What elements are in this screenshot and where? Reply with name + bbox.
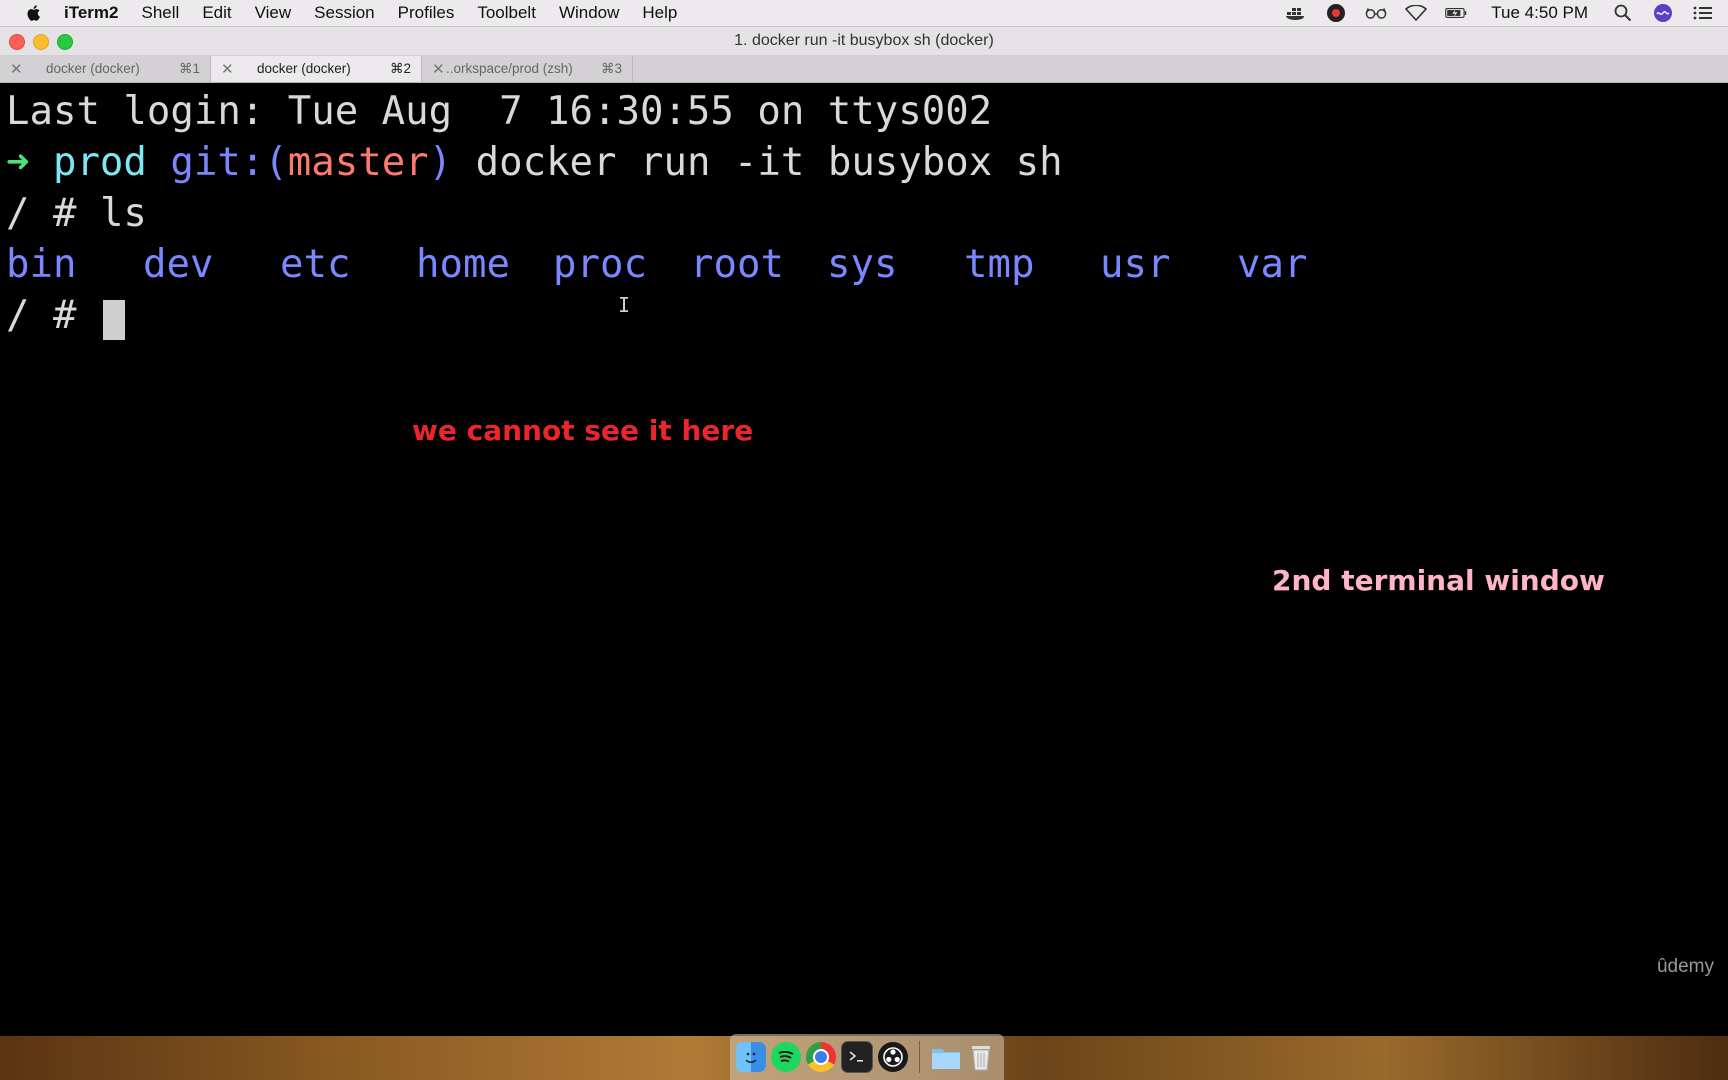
tab-shortcut: ⌘3 (600, 61, 622, 76)
prompt-directory: prod (52, 140, 147, 185)
last-login-line: Last login: Tue Aug 7 16:30:55 on ttys00… (6, 89, 993, 134)
prompt-git-branch: master (287, 140, 429, 185)
annotation-pink-note: 2nd terminal window (1272, 564, 1605, 597)
dir-entry-proc: proc (553, 242, 647, 287)
menubar-clock[interactable]: Tue 4:50 PM (1491, 3, 1588, 23)
dir-entry-dev: dev (143, 242, 214, 287)
udemy-watermark: ûdemy (1656, 956, 1714, 977)
menu-toolbelt[interactable]: Toolbelt (477, 3, 536, 23)
menu-session[interactable]: Session (314, 3, 374, 23)
tab-label: docker (docker) (257, 61, 351, 76)
menu-app-name[interactable]: iTerm2 (64, 3, 119, 23)
menu-profiles[interactable]: Profiles (398, 3, 455, 23)
docker-icon[interactable] (1285, 3, 1307, 23)
prompt-arrow-icon: ➜ (6, 140, 30, 185)
tab-close-icon[interactable]: ✕ (432, 60, 445, 78)
tab-bar: ✕ docker (docker) ⌘1 ✕ docker (docker) ⌘… (0, 56, 1728, 83)
dir-entry-var: var (1237, 242, 1308, 287)
finder-icon[interactable] (736, 1042, 766, 1072)
command-text: docker run -it busybox sh (475, 140, 1063, 185)
ls-output-line: bin dev etc home proc root sys tmp usr v… (6, 239, 1406, 290)
dir-entry-root: root (690, 242, 784, 287)
folder-icon[interactable] (931, 1042, 961, 1072)
window-title: 1. docker run -it busybox sh (docker) (734, 32, 994, 49)
prompt-git-suffix: ) (428, 140, 453, 185)
tab-docker-1[interactable]: ✕ docker (docker) ⌘1 (0, 56, 211, 82)
window-title-bar[interactable]: 1. docker run -it busybox sh (docker) (0, 27, 1728, 56)
menu-shell[interactable]: Shell (142, 3, 180, 23)
menu-help[interactable]: Help (642, 3, 677, 23)
obs-icon[interactable] (1325, 3, 1347, 23)
notification-center-icon[interactable] (1692, 3, 1714, 23)
dir-entry-tmp: tmp (964, 242, 1035, 287)
battery-icon[interactable] (1445, 3, 1467, 23)
current-prompt-line: / # (6, 290, 125, 341)
tab-label: docker (docker) (46, 61, 140, 76)
menu-bar: iTerm2 Shell Edit View Session Profiles … (0, 0, 1728, 27)
tab-shortcut: ⌘1 (178, 61, 200, 76)
mouse-ibeam-cursor-icon: I (618, 293, 631, 317)
spotify-icon[interactable] (771, 1042, 801, 1072)
prompt-git-prefix: git:( (170, 140, 288, 185)
shell-prompt: / # (6, 191, 77, 236)
dir-entry-bin: bin (6, 242, 77, 287)
menu-window[interactable]: Window (559, 3, 619, 23)
apple-menu-icon[interactable] (24, 3, 44, 23)
dock (730, 1034, 1004, 1080)
chrome-icon[interactable] (806, 1042, 836, 1072)
status-area: Tue 4:50 PM (1285, 0, 1714, 26)
siri-icon[interactable] (1652, 3, 1674, 23)
prompt-line: ➜ prod git:(master) docker run -it busyb… (6, 137, 1063, 188)
tab-zsh-3[interactable]: ✕ ..orkspace/prod (zsh) ⌘3 (422, 56, 633, 82)
obs-icon[interactable] (878, 1042, 908, 1072)
text-cursor (103, 300, 125, 340)
annotation-red-note: we cannot see it here (412, 414, 754, 447)
dock-separator (919, 1041, 920, 1073)
tab-close-icon[interactable]: ✕ (221, 60, 234, 78)
terminal-icon[interactable] (841, 1041, 873, 1073)
tab-label: ..orkspace/prod (zsh) (446, 61, 573, 76)
tab-close-icon[interactable]: ✕ (10, 60, 23, 78)
menu-view[interactable]: View (255, 3, 292, 23)
glasses-icon[interactable] (1365, 3, 1387, 23)
tab-docker-2[interactable]: ✕ docker (docker) ⌘2 (211, 56, 422, 82)
spotlight-icon[interactable] (1612, 3, 1634, 23)
trash-icon[interactable] (966, 1042, 996, 1072)
ls-command-line: / # ls (6, 188, 147, 239)
terminal-session[interactable]: Last login: Tue Aug 7 16:30:55 on ttys00… (0, 83, 1728, 1036)
menu-edit[interactable]: Edit (202, 3, 231, 23)
tab-shortcut: ⌘2 (389, 61, 411, 76)
dir-entry-etc: etc (280, 242, 351, 287)
dir-entry-home: home (416, 242, 510, 287)
ls-command-text: ls (99, 191, 147, 236)
wifi-icon[interactable] (1405, 3, 1428, 23)
shell-prompt: / # (6, 293, 77, 338)
dir-entry-sys: sys (827, 242, 898, 287)
dir-entry-usr: usr (1100, 242, 1171, 287)
